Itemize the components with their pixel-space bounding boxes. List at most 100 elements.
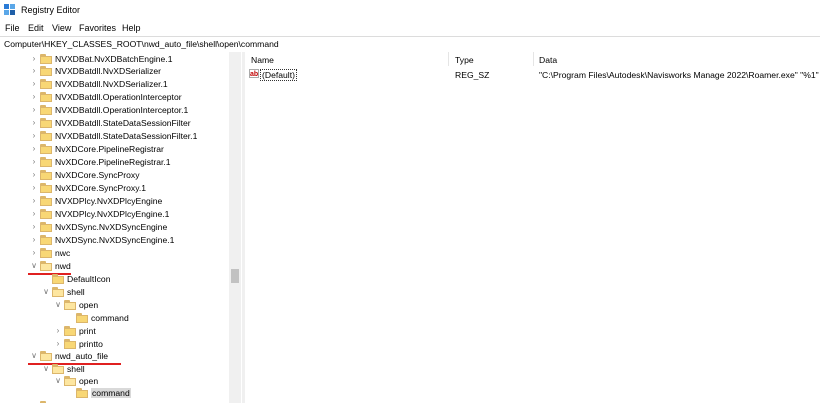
- tree-node-label[interactable]: NVXDBatdll.OperationInterceptor.1: [55, 105, 188, 115]
- menu-view[interactable]: View: [52, 23, 71, 33]
- chevron-right-icon[interactable]: ›: [30, 197, 38, 205]
- tree-node-label[interactable]: NVXDBat.NvXDBatchEngine.1: [55, 54, 173, 64]
- tree-node[interactable]: command: [0, 312, 229, 324]
- tree-node-label[interactable]: NvXDSync.NvXDSyncEngine: [55, 222, 167, 232]
- column-divider[interactable]: [448, 52, 449, 66]
- tree-node[interactable]: › NVXDBat.NvXDBatchEngine.1: [0, 53, 229, 65]
- chevron-down-icon[interactable]: ∨: [54, 377, 62, 385]
- tree-node-label[interactable]: nwd: [55, 261, 71, 271]
- tree-node-label[interactable]: nwd_auto_file: [55, 351, 108, 361]
- tree-node[interactable]: command: [0, 387, 229, 399]
- chevron-right-icon[interactable]: ›: [30, 223, 38, 231]
- chevron-right-icon[interactable]: ›: [30, 67, 38, 75]
- address-bar[interactable]: Computer\HKEY_CLASSES_ROOT\nwd_auto_file…: [0, 36, 820, 53]
- tree-node-label[interactable]: shell: [67, 364, 85, 374]
- tree-node[interactable]: › nwc: [0, 247, 229, 259]
- tree-node[interactable]: DefaultIcon: [0, 273, 229, 285]
- chevron-right-icon[interactable]: ›: [30, 249, 38, 257]
- tree-node[interactable]: ∨ open: [0, 299, 229, 311]
- tree-node[interactable]: ∨ shell: [0, 286, 229, 298]
- tree-node[interactable]: › NvXDSync.NvXDSyncEngine.1: [0, 234, 229, 246]
- tree-node[interactable]: › printto: [0, 338, 229, 350]
- chevron-right-icon[interactable]: ›: [54, 340, 62, 348]
- chevron-down-icon[interactable]: ∨: [30, 352, 38, 360]
- tree-scrollbar[interactable]: [229, 52, 241, 403]
- chevron-right-icon[interactable]: ›: [30, 210, 38, 218]
- tree-node[interactable]: › NVXDBatdll.StateDataSessionFilter.1: [0, 130, 229, 142]
- tree-node-label[interactable]: command: [91, 388, 131, 398]
- menu-file[interactable]: File: [5, 23, 20, 33]
- chevron-right-icon[interactable]: ›: [30, 171, 38, 179]
- tree-node[interactable]: › NVXDBatdll.NvXDSerializer.1: [0, 78, 229, 90]
- registry-tree[interactable]: › NVXDBat.NvXDBatchEngine.1 › NVXDBatdll.Nv…: [0, 52, 242, 403]
- tree-node-label[interactable]: NVXDBatdll.StateDataSessionFilter: [55, 118, 191, 128]
- menu-help[interactable]: Help: [122, 23, 141, 33]
- tree-node[interactable]: › NVXDBatdll.NvXDSerializer: [0, 65, 229, 77]
- value-name[interactable]: (Default): [260, 69, 297, 81]
- tree-node-label[interactable]: printto: [79, 339, 103, 349]
- tree-node[interactable]: › print: [0, 325, 229, 337]
- tree-node-label[interactable]: NVXDBatdll.OperationInterceptor: [55, 92, 182, 102]
- tree-node-label[interactable]: command: [91, 313, 129, 323]
- tree-scrollbar-thumb[interactable]: [231, 269, 239, 283]
- column-header-data[interactable]: Data: [539, 55, 557, 65]
- menu-favorites[interactable]: Favorites: [79, 23, 116, 33]
- tree-node[interactable]: › NVXDBatdll.OperationInterceptor: [0, 91, 229, 103]
- values-list[interactable]: Name Type Data ab (Default) REG_SZ "C:\P…: [245, 52, 822, 403]
- tree-node[interactable]: ∨ open: [0, 375, 229, 387]
- menu-edit[interactable]: Edit: [28, 23, 44, 33]
- tree-node-label[interactable]: NvXDCore.PipelineRegistrar.1: [55, 157, 171, 167]
- folder-icon: [52, 274, 64, 284]
- tree-node[interactable]: ∨ shell: [0, 363, 229, 375]
- tree-node-label[interactable]: open: [79, 300, 98, 310]
- tree-node-label[interactable]: shell: [67, 287, 85, 297]
- column-header-type[interactable]: Type: [455, 55, 474, 65]
- chevron-right-icon[interactable]: ›: [30, 184, 38, 192]
- tree-node[interactable]: › NVXDPlcy.NvXDPlcyEngine.1: [0, 208, 229, 220]
- tree-node[interactable]: ∨ nwd_auto_file: [0, 350, 229, 365]
- tree-node-label[interactable]: NVXDPlcy.NvXDPlcyEngine.1: [55, 209, 169, 219]
- chevron-down-icon[interactable]: ∨: [42, 288, 50, 296]
- tree-node-label[interactable]: NVXDBatdll.NvXDSerializer: [55, 66, 161, 76]
- tree-node-label[interactable]: print: [79, 326, 96, 336]
- chevron-right-icon[interactable]: ›: [30, 55, 38, 63]
- chevron-right-icon[interactable]: ›: [30, 132, 38, 140]
- chevron-right-icon[interactable]: ›: [30, 158, 38, 166]
- chevron-right-icon[interactable]: ›: [30, 145, 38, 153]
- string-value-icon: ab: [249, 69, 259, 78]
- chevron-down-icon[interactable]: ∨: [54, 301, 62, 309]
- tree-node[interactable]: › NVXDBatdll.OperationInterceptor.1: [0, 104, 229, 116]
- tree-node-label[interactable]: NvXDCore.SyncProxy: [55, 170, 140, 180]
- chevron-right-icon[interactable]: ›: [30, 80, 38, 88]
- tree-node-label[interactable]: NvXDSync.NvXDSyncEngine.1: [55, 235, 174, 245]
- chevron-right-icon[interactable]: ›: [30, 93, 38, 101]
- tree-node-label[interactable]: NVXDBatdll.NvXDSerializer.1: [55, 79, 168, 89]
- tree-node-label[interactable]: DefaultIcon: [67, 274, 110, 284]
- chevron-down-icon[interactable]: ∨: [30, 262, 38, 270]
- chevron-right-icon[interactable]: ›: [30, 236, 38, 244]
- tree-node[interactable]: › NvXDCore.SyncProxy: [0, 169, 229, 181]
- tree-node[interactable]: › NvXDCore.SyncProxy.1: [0, 182, 229, 194]
- chevron-down-icon[interactable]: ∨: [42, 365, 50, 373]
- tree-node-label[interactable]: NvXDCore.PipelineRegistrar: [55, 144, 164, 154]
- tree-node[interactable]: › NvXDSync.NvXDSyncEngine: [0, 221, 229, 233]
- tree-node-label[interactable]: nwc: [55, 248, 70, 258]
- tree-node-label[interactable]: NVXDPlcy.NvXDPlcyEngine: [55, 196, 162, 206]
- column-divider[interactable]: [533, 52, 534, 66]
- tree-node[interactable]: › NvXDCore.PipelineRegistrar: [0, 143, 229, 155]
- chevron-right-icon[interactable]: ›: [30, 106, 38, 114]
- tree-node-label[interactable]: open: [79, 376, 98, 386]
- folder-icon: [40, 92, 52, 102]
- tree-node-label[interactable]: NVXDBatdll.StateDataSessionFilter.1: [55, 131, 197, 141]
- address-path[interactable]: Computer\HKEY_CLASSES_ROOT\nwd_auto_file…: [4, 39, 279, 49]
- value-row[interactable]: ab (Default) REG_SZ "C:\Program Files\Au…: [245, 68, 822, 81]
- folder-icon: [40, 351, 52, 361]
- tree-node[interactable]: › NVXDBatdll.StateDataSessionFilter: [0, 117, 229, 129]
- chevron-right-icon[interactable]: ›: [30, 119, 38, 127]
- tree-node[interactable]: › NVXDPlcy.NvXDPlcyEngine: [0, 195, 229, 207]
- tree-node-label[interactable]: NvXDCore.SyncProxy.1: [55, 183, 146, 193]
- column-header-name[interactable]: Name: [251, 55, 274, 65]
- tree-node[interactable]: ∨ nwd: [0, 260, 229, 275]
- tree-node[interactable]: › NvXDCore.PipelineRegistrar.1: [0, 156, 229, 168]
- chevron-right-icon[interactable]: ›: [54, 327, 62, 335]
